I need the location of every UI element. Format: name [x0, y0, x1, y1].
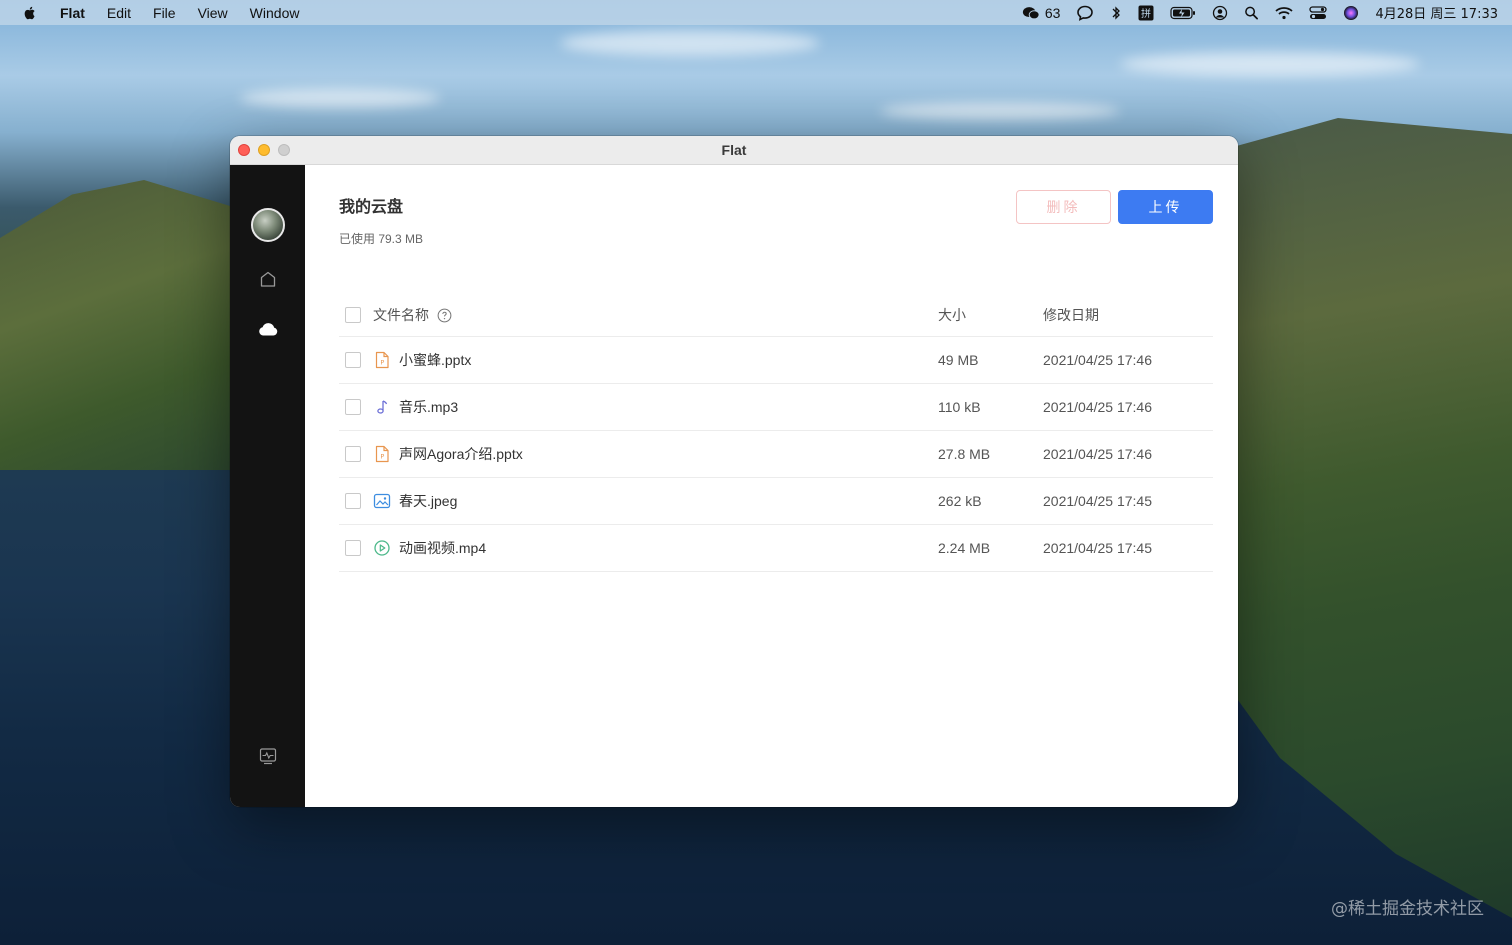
pptx-file-icon: P — [373, 351, 391, 369]
table-row[interactable]: P 声网Agora介绍.pptx 27.8 MB 2021/04/25 17:4… — [339, 430, 1213, 477]
image-file-icon — [373, 492, 391, 510]
menu-bar: Flat Edit File View Window 63 拼 4月28日 周三… — [0, 0, 1512, 25]
menu-datetime[interactable]: 4月28日 周三 17:33 — [1375, 3, 1498, 22]
sidebar-item-diagnostics[interactable] — [257, 745, 279, 767]
row-checkbox[interactable] — [345, 493, 361, 510]
row-checkbox[interactable] — [345, 540, 361, 557]
background-cloud — [240, 88, 440, 108]
window-titlebar[interactable]: Flat — [230, 136, 1238, 165]
menu-window[interactable]: Window — [250, 5, 300, 21]
window-title: Flat — [721, 142, 747, 158]
delete-button[interactable]: 删除 — [1016, 190, 1111, 224]
sidebar-item-home[interactable] — [257, 268, 279, 290]
file-date: 2021/04/25 17:46 — [1043, 445, 1152, 462]
wifi-icon[interactable] — [1275, 5, 1294, 21]
panel-header: 我的云盘 已使用 79.3 MB 删除 上传 — [339, 190, 1213, 247]
user-icon[interactable] — [1212, 5, 1228, 21]
help-icon[interactable] — [437, 308, 452, 323]
sidebar — [230, 165, 305, 807]
app-window: Flat 我的云盘 已使用 79.3 MB 删除 上传 文件名称 大小 修改日期… — [230, 136, 1238, 807]
table-row[interactable]: 动画视频.mp4 2.24 MB 2021/04/25 17:45 — [339, 524, 1213, 571]
table-header-row: 文件名称 大小 修改日期 — [339, 294, 1213, 336]
upload-button[interactable]: 上传 — [1118, 190, 1213, 224]
row-checkbox[interactable] — [345, 352, 361, 369]
background-cloud — [880, 102, 1120, 120]
chat-icon[interactable] — [1076, 5, 1094, 21]
minimize-window-button[interactable] — [258, 144, 270, 156]
file-size: 49 MB — [938, 351, 979, 368]
file-size: 110 kB — [938, 398, 981, 415]
music-file-icon — [373, 398, 391, 416]
wechat-icon — [1022, 6, 1040, 19]
file-date: 2021/04/25 17:46 — [1043, 398, 1152, 415]
table-row[interactable]: 春天.jpeg 262 kB 2021/04/25 17:45 — [339, 477, 1213, 524]
avatar[interactable] — [250, 208, 285, 242]
file-name[interactable]: 音乐.mp3 — [399, 397, 458, 417]
svg-text:拼: 拼 — [1141, 7, 1151, 20]
file-date: 2021/04/25 17:45 — [1043, 492, 1152, 509]
control-center-icon[interactable] — [1309, 5, 1328, 21]
input-method-icon[interactable]: 拼 — [1138, 5, 1154, 21]
video-file-icon — [373, 539, 391, 557]
file-table: 文件名称 大小 修改日期 P 小蜜蜂.pptx 49 MB 2021/04/25… — [339, 294, 1213, 572]
battery-icon[interactable] — [1170, 5, 1196, 21]
select-all-checkbox[interactable] — [345, 306, 361, 323]
window-controls — [238, 144, 298, 156]
menu-view[interactable]: View — [198, 5, 228, 21]
file-name[interactable]: 动画视频.mp4 — [399, 538, 486, 558]
file-name[interactable]: 春天.jpeg — [399, 491, 457, 511]
table-row[interactable]: 音乐.mp3 110 kB 2021/04/25 17:46 — [339, 383, 1213, 430]
svg-text:P: P — [380, 452, 384, 460]
file-size: 2.24 MB — [938, 539, 991, 556]
close-window-button[interactable] — [238, 144, 250, 156]
row-checkbox[interactable] — [345, 399, 361, 416]
file-size: 27.8 MB — [938, 445, 991, 462]
cloud-storage-panel: 我的云盘 已使用 79.3 MB 删除 上传 文件名称 大小 修改日期 P 小蜜… — [305, 165, 1238, 807]
menu-app-name[interactable]: Flat — [60, 5, 85, 21]
menu-file[interactable]: File — [153, 5, 176, 21]
file-name[interactable]: 小蜜蜂.pptx — [399, 350, 471, 370]
file-date: 2021/04/25 17:46 — [1043, 351, 1152, 368]
wechat-count: 63 — [1044, 4, 1061, 21]
pptx-file-icon: P — [373, 445, 391, 463]
siri-icon[interactable] — [1343, 5, 1359, 21]
column-header-name: 文件名称 — [373, 307, 429, 324]
apple-icon[interactable] — [22, 5, 38, 21]
menu-edit[interactable]: Edit — [107, 5, 131, 21]
file-name[interactable]: 声网Agora介绍.pptx — [399, 444, 523, 464]
file-date: 2021/04/25 17:45 — [1043, 539, 1152, 556]
row-checkbox[interactable] — [345, 446, 361, 463]
maximize-window-button[interactable] — [278, 144, 290, 156]
storage-usage: 已使用 79.3 MB — [339, 232, 424, 246]
search-icon[interactable] — [1244, 5, 1259, 21]
sidebar-item-cloud[interactable] — [257, 318, 279, 340]
table-row[interactable]: P 小蜜蜂.pptx 49 MB 2021/04/25 17:46 — [339, 336, 1213, 383]
column-header-date: 修改日期 — [1043, 307, 1099, 324]
wechat-status[interactable]: 63 — [1022, 4, 1061, 21]
background-mountain-right — [1222, 118, 1512, 918]
column-header-size: 大小 — [938, 307, 966, 324]
cloud-icon — [258, 323, 277, 336]
diagnostic-icon — [259, 748, 276, 765]
home-icon — [260, 271, 275, 287]
page-title: 我的云盘 — [339, 199, 404, 216]
file-size: 262 kB — [938, 492, 982, 509]
svg-text:P: P — [380, 358, 384, 366]
bluetooth-icon[interactable] — [1110, 5, 1122, 21]
background-cloud — [560, 30, 820, 56]
background-mountain-left — [0, 180, 240, 470]
watermark: @稀土掘金技术社区 — [1331, 899, 1484, 919]
background-cloud — [1120, 52, 1420, 76]
